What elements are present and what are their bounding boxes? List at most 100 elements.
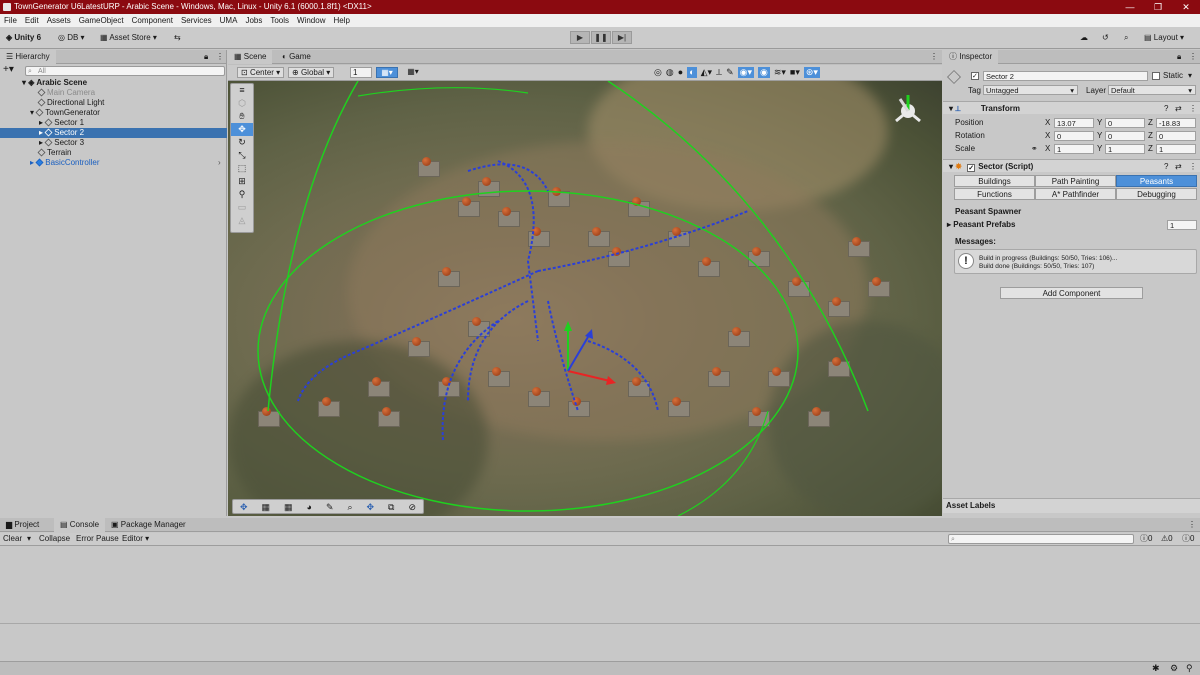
hand-tool-icon[interactable]: ✋︎ [231, 110, 253, 123]
preset-icon[interactable]: ⇄ [1175, 102, 1182, 115]
compass-overlay-icon[interactable]: ⊘ [408, 500, 416, 513]
move-handle-z-cone[interactable] [585, 329, 593, 339]
warning-count-toggle[interactable]: ⚠0 [1161, 533, 1173, 545]
component-enabled-checkbox[interactable]: ✓ [967, 164, 976, 172]
hierarchy-item-towngenerator[interactable]: ▾ TownGenerator [0, 108, 227, 118]
2d-toggle-icon[interactable]: ⟂ [716, 67, 722, 78]
bug-report-icon[interactable]: ✱ [1152, 663, 1160, 674]
terrain-overlay-icon[interactable]: ✎ [326, 500, 334, 513]
account-button[interactable]: ◈ Unity 6 [6, 31, 41, 45]
tab-game[interactable]: ◐ Game [276, 50, 317, 64]
move-handle-y-cone[interactable] [564, 321, 572, 331]
history-icon[interactable]: ↺ [1102, 31, 1109, 45]
scale-tool-icon[interactable]: ⤡ [231, 149, 253, 162]
custom-tool-3-icon[interactable]: ◬ [231, 214, 253, 227]
link-scale-icon[interactable]: ⚭ [1031, 143, 1038, 154]
lock-icon[interactable]: 🔒︎ [1177, 50, 1181, 64]
menu-services[interactable]: Services [181, 14, 212, 27]
tab-console[interactable]: ▤ Console [54, 518, 106, 532]
overlay-drag-handle-icon[interactable]: ≡ [231, 84, 253, 97]
layers-toggle-icon[interactable]: ≋▾ [774, 67, 786, 78]
hierarchy-search-input[interactable]: ⌕ All [25, 66, 225, 76]
asset-labels-header[interactable]: Asset Labels [943, 498, 1200, 513]
menu-file[interactable]: File [4, 14, 17, 27]
scene-viewport[interactable]: ≡ ⬡ ✋︎ ✥ ↻ ⤡ ⬚ ⊞ ⚲ ▭ ◬ ✥ ▦ ▦ ◕ ✎ ⌕ ✥ ⧉ ⊘ [228, 81, 942, 516]
grid2-overlay-icon[interactable]: ▦ [284, 500, 293, 513]
scale-x-field[interactable]: 1 [1054, 144, 1094, 154]
menu-window[interactable]: Window [297, 14, 325, 27]
snap-increment-field[interactable]: 1 [350, 67, 372, 78]
move-handle-x[interactable] [567, 370, 611, 382]
pivot-mode-dropdown[interactable]: ⊡ Center ▾ [237, 67, 285, 78]
db-dropdown[interactable]: ◎ DB ▾ [58, 31, 85, 45]
menu-help[interactable]: Help [333, 14, 349, 27]
active-checkbox[interactable]: ✓ [971, 72, 979, 80]
menu-uma[interactable]: UMA [220, 14, 238, 27]
tab-scene[interactable]: ▦ Scene [228, 50, 273, 64]
shaded-icon[interactable]: ● [678, 67, 683, 78]
rotation-z-field[interactable]: 0 [1156, 131, 1196, 141]
menu-tools[interactable]: Tools [270, 14, 289, 27]
orientation-gizmo[interactable] [895, 95, 921, 123]
version-control-icon[interactable]: ⇆ [174, 31, 181, 45]
draw-mode-icon[interactable]: ◐ [687, 67, 697, 78]
sync-icon[interactable]: ⚲ [1186, 663, 1193, 674]
move-overlay-icon[interactable]: ✥ [240, 500, 248, 513]
hierarchy-item-sector-1[interactable]: ▸ Sector 1 [0, 118, 227, 128]
step-button[interactable]: ▶| [612, 31, 632, 44]
menu-jobs[interactable]: Jobs [245, 14, 262, 27]
rotation-x-field[interactable]: 0 [1054, 131, 1094, 141]
pause-button[interactable]: ❚❚ [591, 31, 611, 44]
cloud-icon[interactable]: ☁ [1080, 31, 1088, 45]
tab-hierarchy[interactable]: ☰ Hierarchy [0, 50, 56, 64]
move-handle-z[interactable] [567, 336, 589, 372]
move-tool-icon[interactable]: ✥ [231, 123, 253, 136]
hierarchy-item-sector-2[interactable]: ▸ Sector 2 [0, 128, 227, 138]
rotation-y-field[interactable]: 0 [1105, 131, 1145, 141]
minimize-button[interactable]: — [1116, 0, 1144, 14]
scale-y-field[interactable]: 1 [1105, 144, 1145, 154]
console-log-list[interactable] [0, 546, 1200, 623]
help-icon[interactable]: ? [1164, 102, 1168, 115]
hierarchy-item-basiccontroller[interactable]: ▸ BasicController › [0, 158, 227, 168]
play-button[interactable]: ▶ [570, 31, 590, 44]
console-divider[interactable] [0, 623, 1200, 624]
render-paths-icon[interactable]: ◭▾ [701, 67, 712, 78]
tab-path-painting-button[interactable]: Path Painting [1035, 175, 1116, 187]
lighting-toggle-icon[interactable]: ✎ [726, 67, 734, 78]
sphere-overlay-icon[interactable]: ◕ [307, 500, 312, 513]
add-component-button[interactable]: Add Component [1000, 287, 1143, 299]
position-z-field[interactable]: -18.83 [1156, 118, 1196, 128]
layout-dropdown[interactable]: ▤ Layout ▾ [1144, 31, 1184, 45]
custom-tool-2-icon[interactable]: ▭ [231, 201, 253, 214]
space-mode-dropdown[interactable]: ⊕ Global ▾ [288, 67, 335, 78]
camera-overlay-icon[interactable]: ⧉ [388, 500, 394, 513]
rect-tool-icon[interactable]: ⬚ [231, 162, 253, 175]
clear-options-icon[interactable]: ▾ [27, 533, 31, 545]
tab-buildings-button[interactable]: Buildings [954, 175, 1035, 187]
tab-project[interactable]: ▆ Project [0, 518, 45, 532]
tag-dropdown[interactable]: Untagged ▾ [983, 85, 1078, 95]
kebab-menu-icon[interactable]: ⋮ [1189, 50, 1197, 64]
shaded-wire-icon[interactable]: ◍ [666, 67, 674, 78]
add-object-button[interactable]: +▾ [3, 65, 14, 75]
layer-dropdown[interactable]: Default ▾ [1108, 85, 1196, 95]
tab-pathfinder-button[interactable]: A* Pathfinder [1035, 188, 1116, 200]
menu-component[interactable]: Component [132, 14, 173, 27]
sector-script-header[interactable]: ▾ ✸ ✓ Sector (Script) ? ⇄ ⋮ [943, 159, 1200, 172]
tab-debugging-button[interactable]: Debugging [1116, 188, 1197, 200]
close-button[interactable]: ✕ [1172, 0, 1200, 14]
transform-tool-icon[interactable]: ⊞ [231, 175, 253, 188]
console-search-input[interactable]: ⌕ [948, 534, 1134, 544]
lock-icon[interactable]: 🔒︎ [204, 50, 208, 64]
menu-assets[interactable]: Assets [47, 14, 71, 27]
audio-toggle-icon[interactable]: ◉▾ [737, 67, 754, 78]
search-icon[interactable]: ⌕ [1124, 31, 1128, 45]
visibility-toggle-icon[interactable]: ◉ [757, 67, 770, 78]
position-x-field[interactable]: 13.07 [1054, 118, 1094, 128]
increment-snap-toggle[interactable]: ▦▾ [402, 67, 424, 78]
asset-store-button[interactable]: ▦ Asset Store ▾ [100, 31, 157, 45]
static-checkbox[interactable] [1152, 72, 1160, 80]
chevron-right-icon[interactable]: › [218, 158, 221, 168]
tab-peasants-button[interactable]: Peasants [1116, 175, 1197, 187]
